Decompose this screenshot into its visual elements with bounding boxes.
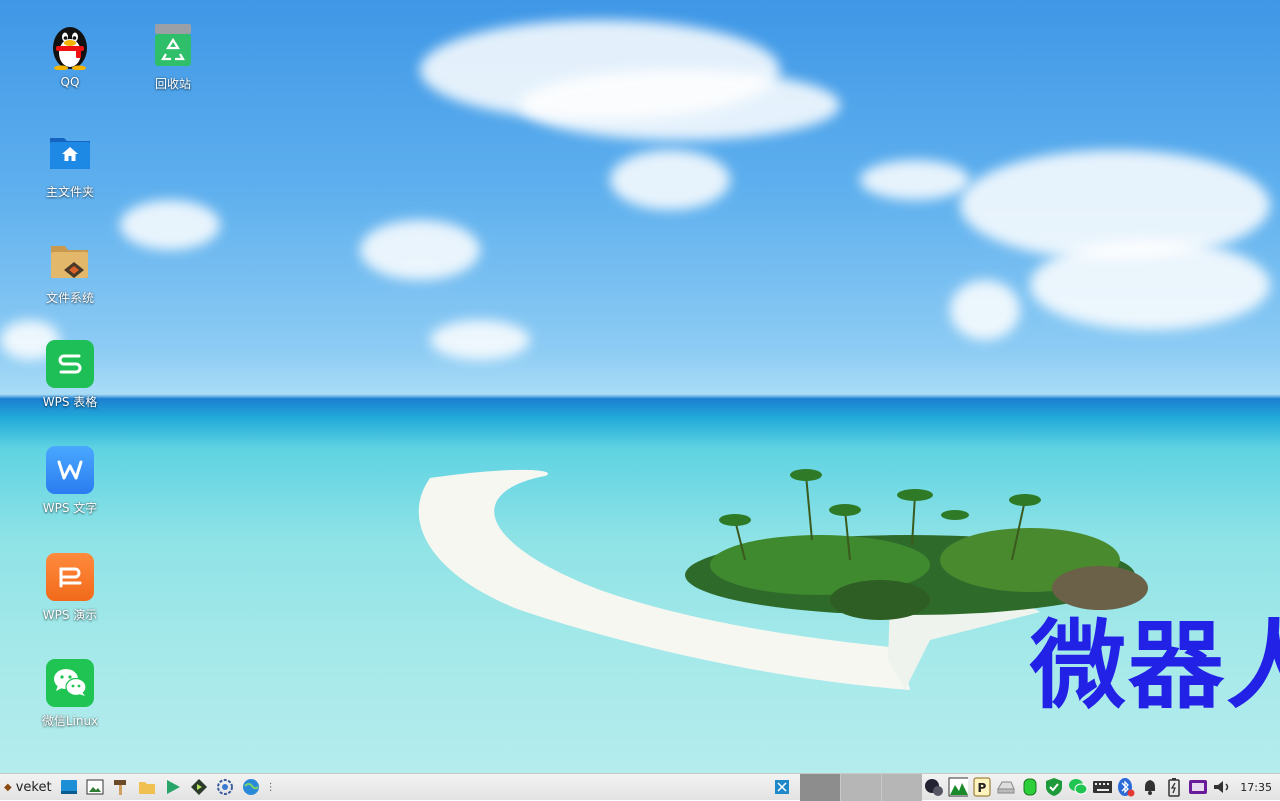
task-button[interactable] [840, 773, 882, 801]
desktop-icon-qq[interactable]: QQ [22, 22, 118, 89]
battery-icon[interactable] [1164, 776, 1184, 798]
desktop-icon-label: 微信Linux [41, 714, 99, 728]
desktop-icon-home-folder[interactable]: 主文件夹 [22, 130, 118, 200]
task-buttons [800, 773, 923, 801]
home-folder-icon [46, 130, 94, 178]
desktop-icon-label: 回收站 [154, 77, 191, 91]
watermark-text: 微器人 [1030, 610, 1280, 722]
desktop[interactable]: QQ 回收站 主文件夹 文件系统 WPS 表格 WPS 文字 WPS 演示 微信… [0, 0, 1280, 773]
desktop-icon-wps-sheet[interactable]: WPS 表格 [22, 340, 118, 410]
network-icon[interactable] [924, 776, 944, 798]
window-icon[interactable] [772, 776, 792, 798]
bell-icon[interactable] [1140, 776, 1160, 798]
input-method-icon[interactable] [1188, 776, 1208, 798]
wechat-icon [46, 659, 94, 707]
browser-icon[interactable] [241, 777, 261, 797]
hammer-icon[interactable] [111, 777, 131, 797]
drive-icon[interactable] [996, 776, 1016, 798]
desktop-icon-label: 文件系统 [45, 291, 94, 305]
desktop-icon-wechat[interactable]: 微信Linux [22, 659, 118, 729]
desktop-icon-label: QQ [60, 75, 80, 89]
volume-icon[interactable] [1212, 776, 1232, 798]
svg-text:P: P [978, 781, 987, 795]
desktop-icon-label: 主文件夹 [45, 185, 94, 199]
desktop-icon-wps-presentation[interactable]: WPS 演示 [22, 553, 118, 623]
keyboard-icon[interactable] [1092, 776, 1113, 798]
task-button-active[interactable] [800, 773, 841, 801]
desktop-icon-wps-writer[interactable]: WPS 文字 [22, 446, 118, 516]
wps-writer-icon [46, 446, 94, 494]
bluetooth-icon[interactable] [1116, 776, 1136, 798]
parking-icon[interactable]: P [972, 776, 992, 798]
task-button[interactable] [881, 773, 923, 801]
desktop-icon-label: WPS 表格 [42, 395, 98, 409]
wps-presentation-icon [46, 553, 94, 601]
storage-icon[interactable] [1020, 776, 1040, 798]
start-arrow-icon: ◆ [4, 781, 12, 793]
wechat-icon[interactable] [1068, 776, 1088, 798]
more-icon[interactable]: ⋮ [266, 777, 276, 797]
monitor-icon[interactable] [948, 776, 969, 798]
qq-penguin-icon [46, 22, 94, 71]
folder-icon[interactable] [137, 777, 157, 797]
start-menu-label: veket [15, 779, 52, 795]
desktop-icon-label: WPS 文字 [42, 501, 98, 515]
media-icon[interactable] [189, 777, 209, 797]
taskbar: ◆ veket ⋮ P 17:35 [0, 773, 1280, 801]
recycle-bin-icon [149, 22, 197, 70]
desktop-icon-file-system[interactable]: 文件系统 [22, 236, 118, 306]
image-viewer-icon[interactable] [85, 777, 105, 797]
start-menu-button[interactable]: ◆ veket [0, 774, 56, 801]
wps-spreadsheet-icon [46, 340, 94, 388]
clock[interactable]: 17:35 [1240, 781, 1272, 794]
file-system-icon [46, 236, 94, 284]
shield-icon[interactable] [1044, 776, 1064, 798]
desktop-icon-recycle-bin[interactable]: 回收站 [125, 22, 221, 92]
settings-icon[interactable] [215, 777, 235, 797]
desktop-icon[interactable] [59, 777, 79, 797]
desktop-icon-label: WPS 演示 [42, 608, 98, 622]
play-icon[interactable] [163, 777, 183, 797]
